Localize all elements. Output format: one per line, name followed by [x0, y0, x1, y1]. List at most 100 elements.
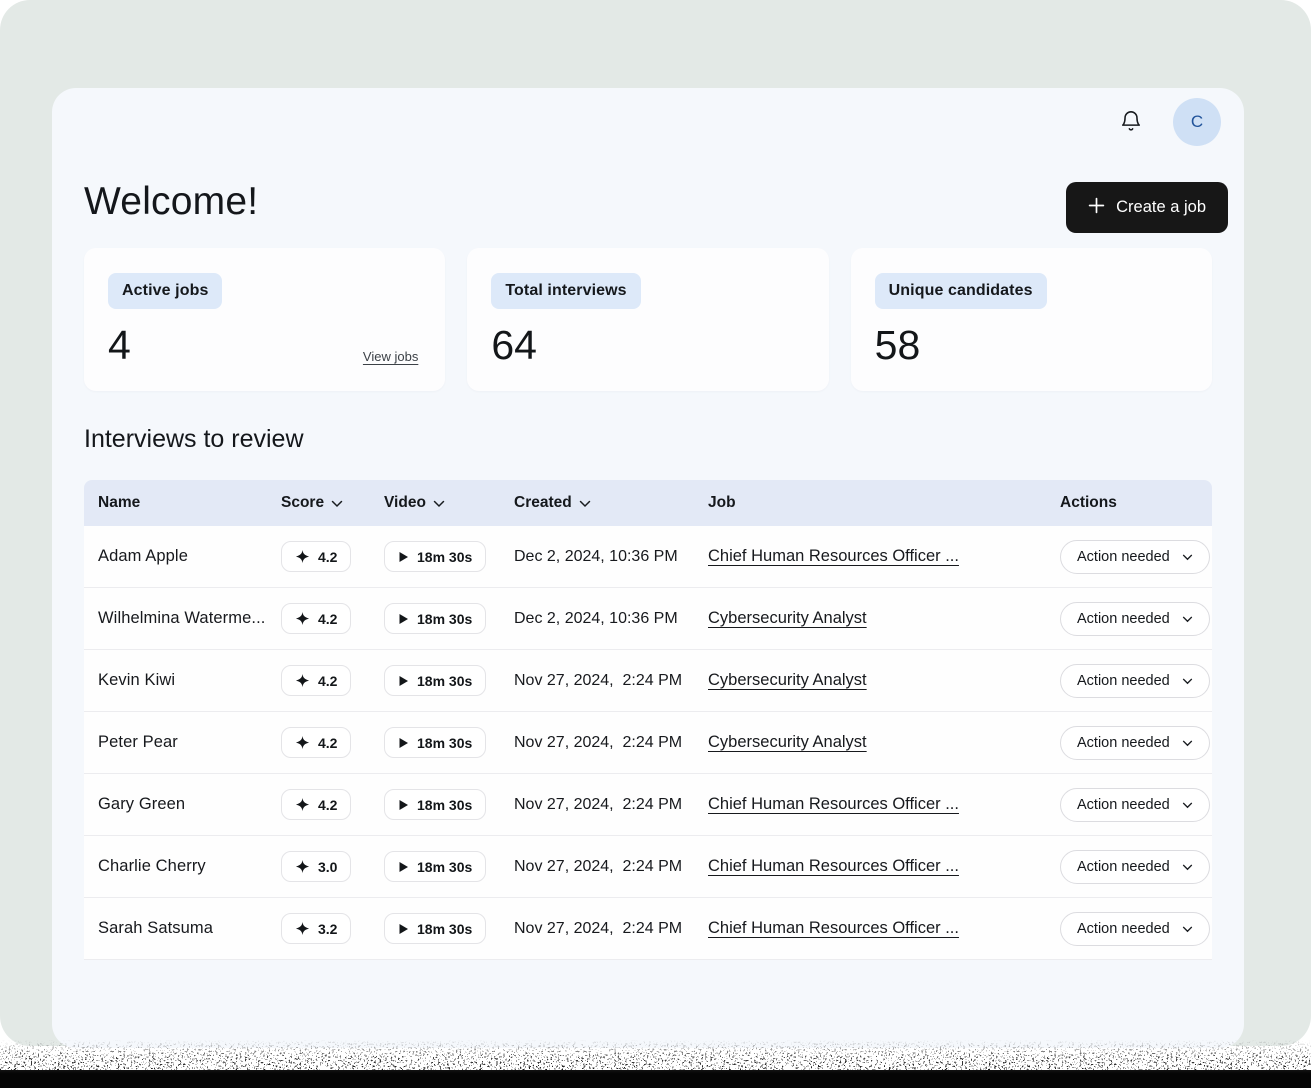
- chevron-down-icon: [433, 498, 445, 508]
- column-header-video[interactable]: Video: [384, 494, 514, 512]
- score-badge[interactable]: 4.2: [281, 541, 351, 572]
- sparkle-icon: [295, 549, 310, 564]
- stat-label-badge: Unique candidates: [875, 273, 1047, 309]
- sparkle-icon: [295, 735, 310, 750]
- job-link[interactable]: Cybersecurity Analyst: [708, 671, 867, 689]
- action-needed-dropdown[interactable]: Action needed: [1060, 912, 1210, 946]
- column-header-name: Name: [84, 494, 281, 512]
- created-timestamp: Dec 2, 2024, 10:36 PM: [514, 548, 708, 566]
- sparkle-icon: [295, 921, 310, 936]
- stat-value: 64: [491, 322, 804, 369]
- chevron-down-icon: [1182, 615, 1193, 623]
- video-play-button[interactable]: 18m 30s: [384, 851, 486, 882]
- score-badge[interactable]: 4.2: [281, 603, 351, 634]
- table-row: Adam Apple 4.2 18m 30s Dec 2, 2024, 10:3…: [84, 526, 1212, 588]
- table-row: Kevin Kiwi 4.2 18m 30s Nov 27, 2024, 2:2…: [84, 650, 1212, 712]
- interviews-table: Name Score Video Created: [84, 480, 1212, 960]
- job-link[interactable]: Chief Human Resources Officer ...: [708, 547, 959, 565]
- sparkle-icon: [295, 673, 310, 688]
- topbar: C: [1113, 98, 1221, 146]
- stats-row: Active jobs 4 View jobs Total interviews…: [84, 248, 1212, 391]
- stat-value: 58: [875, 322, 1188, 369]
- page-title: Welcome!: [84, 180, 258, 224]
- score-badge[interactable]: 4.2: [281, 665, 351, 696]
- play-icon: [398, 551, 409, 563]
- score-badge[interactable]: 4.2: [281, 727, 351, 758]
- candidate-name: Peter Pear: [84, 733, 281, 752]
- stat-label-badge: Active jobs: [108, 273, 222, 309]
- chevron-down-icon: [1182, 863, 1193, 871]
- candidate-name: Gary Green: [84, 795, 281, 814]
- stat-card-unique-candidates: Unique candidates 58: [851, 248, 1212, 391]
- score-badge[interactable]: 3.2: [281, 913, 351, 944]
- bell-icon: [1120, 109, 1142, 136]
- column-header-created[interactable]: Created: [514, 494, 708, 512]
- chevron-down-icon: [331, 498, 343, 508]
- user-avatar[interactable]: C: [1173, 98, 1221, 146]
- video-play-button[interactable]: 18m 30s: [384, 727, 486, 758]
- table-row: Peter Pear 4.2 18m 30s Nov 27, 2024, 2:2…: [84, 712, 1212, 774]
- created-timestamp: Nov 27, 2024, 2:24 PM: [514, 672, 708, 690]
- job-link[interactable]: Cybersecurity Analyst: [708, 733, 867, 751]
- score-badge[interactable]: 3.0: [281, 851, 351, 882]
- play-icon: [398, 861, 409, 873]
- video-play-button[interactable]: 18m 30s: [384, 913, 486, 944]
- chevron-down-icon: [579, 498, 591, 508]
- action-needed-dropdown[interactable]: Action needed: [1060, 540, 1210, 574]
- job-link[interactable]: Cybersecurity Analyst: [708, 609, 867, 627]
- screenshot-canvas: C Welcome! Create a job Active jobs 4 Vi…: [0, 0, 1311, 1088]
- avatar-initial: C: [1191, 112, 1203, 132]
- stat-card-total-interviews: Total interviews 64: [467, 248, 828, 391]
- sparkle-icon: [295, 859, 310, 874]
- main-panel: C Welcome! Create a job Active jobs 4 Vi…: [52, 88, 1244, 1048]
- action-needed-dropdown[interactable]: Action needed: [1060, 726, 1210, 760]
- sparkle-icon: [295, 797, 310, 812]
- video-play-button[interactable]: 18m 30s: [384, 603, 486, 634]
- created-timestamp: Nov 27, 2024, 2:24 PM: [514, 734, 708, 752]
- create-job-button[interactable]: Create a job: [1066, 182, 1228, 233]
- plus-icon: [1088, 197, 1105, 219]
- stat-card-active-jobs: Active jobs 4 View jobs: [84, 248, 445, 391]
- chevron-down-icon: [1182, 925, 1193, 933]
- action-needed-dropdown[interactable]: Action needed: [1060, 788, 1210, 822]
- table-row: Wilhelmina Waterme... 4.2 18m 30s Dec 2,…: [84, 588, 1212, 650]
- job-link[interactable]: Chief Human Resources Officer ...: [708, 795, 959, 813]
- notifications-button[interactable]: [1113, 104, 1149, 140]
- created-timestamp: Nov 27, 2024, 2:24 PM: [514, 920, 708, 938]
- created-timestamp: Dec 2, 2024, 10:36 PM: [514, 610, 708, 628]
- chevron-down-icon: [1182, 677, 1193, 685]
- chevron-down-icon: [1182, 739, 1193, 747]
- column-header-actions: Actions: [1060, 494, 1212, 512]
- play-icon: [398, 675, 409, 687]
- create-job-label: Create a job: [1116, 198, 1206, 217]
- column-header-job: Job: [708, 494, 1060, 512]
- table-header-row: Name Score Video Created: [84, 480, 1212, 526]
- created-timestamp: Nov 27, 2024, 2:24 PM: [514, 796, 708, 814]
- video-play-button[interactable]: 18m 30s: [384, 541, 486, 572]
- table-row: Gary Green 4.2 18m 30s Nov 27, 2024, 2:2…: [84, 774, 1212, 836]
- video-play-button[interactable]: 18m 30s: [384, 665, 486, 696]
- candidate-name: Charlie Cherry: [84, 857, 281, 876]
- candidate-name: Adam Apple: [84, 547, 281, 566]
- chevron-down-icon: [1182, 801, 1193, 809]
- play-icon: [398, 737, 409, 749]
- column-header-score[interactable]: Score: [281, 494, 384, 512]
- candidate-name: Wilhelmina Waterme...: [84, 609, 281, 628]
- candidate-name: Sarah Satsuma: [84, 919, 281, 938]
- sparkle-icon: [295, 611, 310, 626]
- score-badge[interactable]: 4.2: [281, 789, 351, 820]
- job-link[interactable]: Chief Human Resources Officer ...: [708, 919, 959, 937]
- candidate-name: Kevin Kiwi: [84, 671, 281, 690]
- job-link[interactable]: Chief Human Resources Officer ...: [708, 857, 959, 875]
- table-row: Sarah Satsuma 3.2 18m 30s Nov 27, 2024, …: [84, 898, 1212, 960]
- table-row: Charlie Cherry 3.0 18m 30s Nov 27, 2024,…: [84, 836, 1212, 898]
- video-play-button[interactable]: 18m 30s: [384, 789, 486, 820]
- view-jobs-link[interactable]: View jobs: [363, 349, 418, 364]
- action-needed-dropdown[interactable]: Action needed: [1060, 602, 1210, 636]
- chevron-down-icon: [1182, 553, 1193, 561]
- action-needed-dropdown[interactable]: Action needed: [1060, 850, 1210, 884]
- action-needed-dropdown[interactable]: Action needed: [1060, 664, 1210, 698]
- play-icon: [398, 613, 409, 625]
- play-icon: [398, 799, 409, 811]
- created-timestamp: Nov 27, 2024, 2:24 PM: [514, 858, 708, 876]
